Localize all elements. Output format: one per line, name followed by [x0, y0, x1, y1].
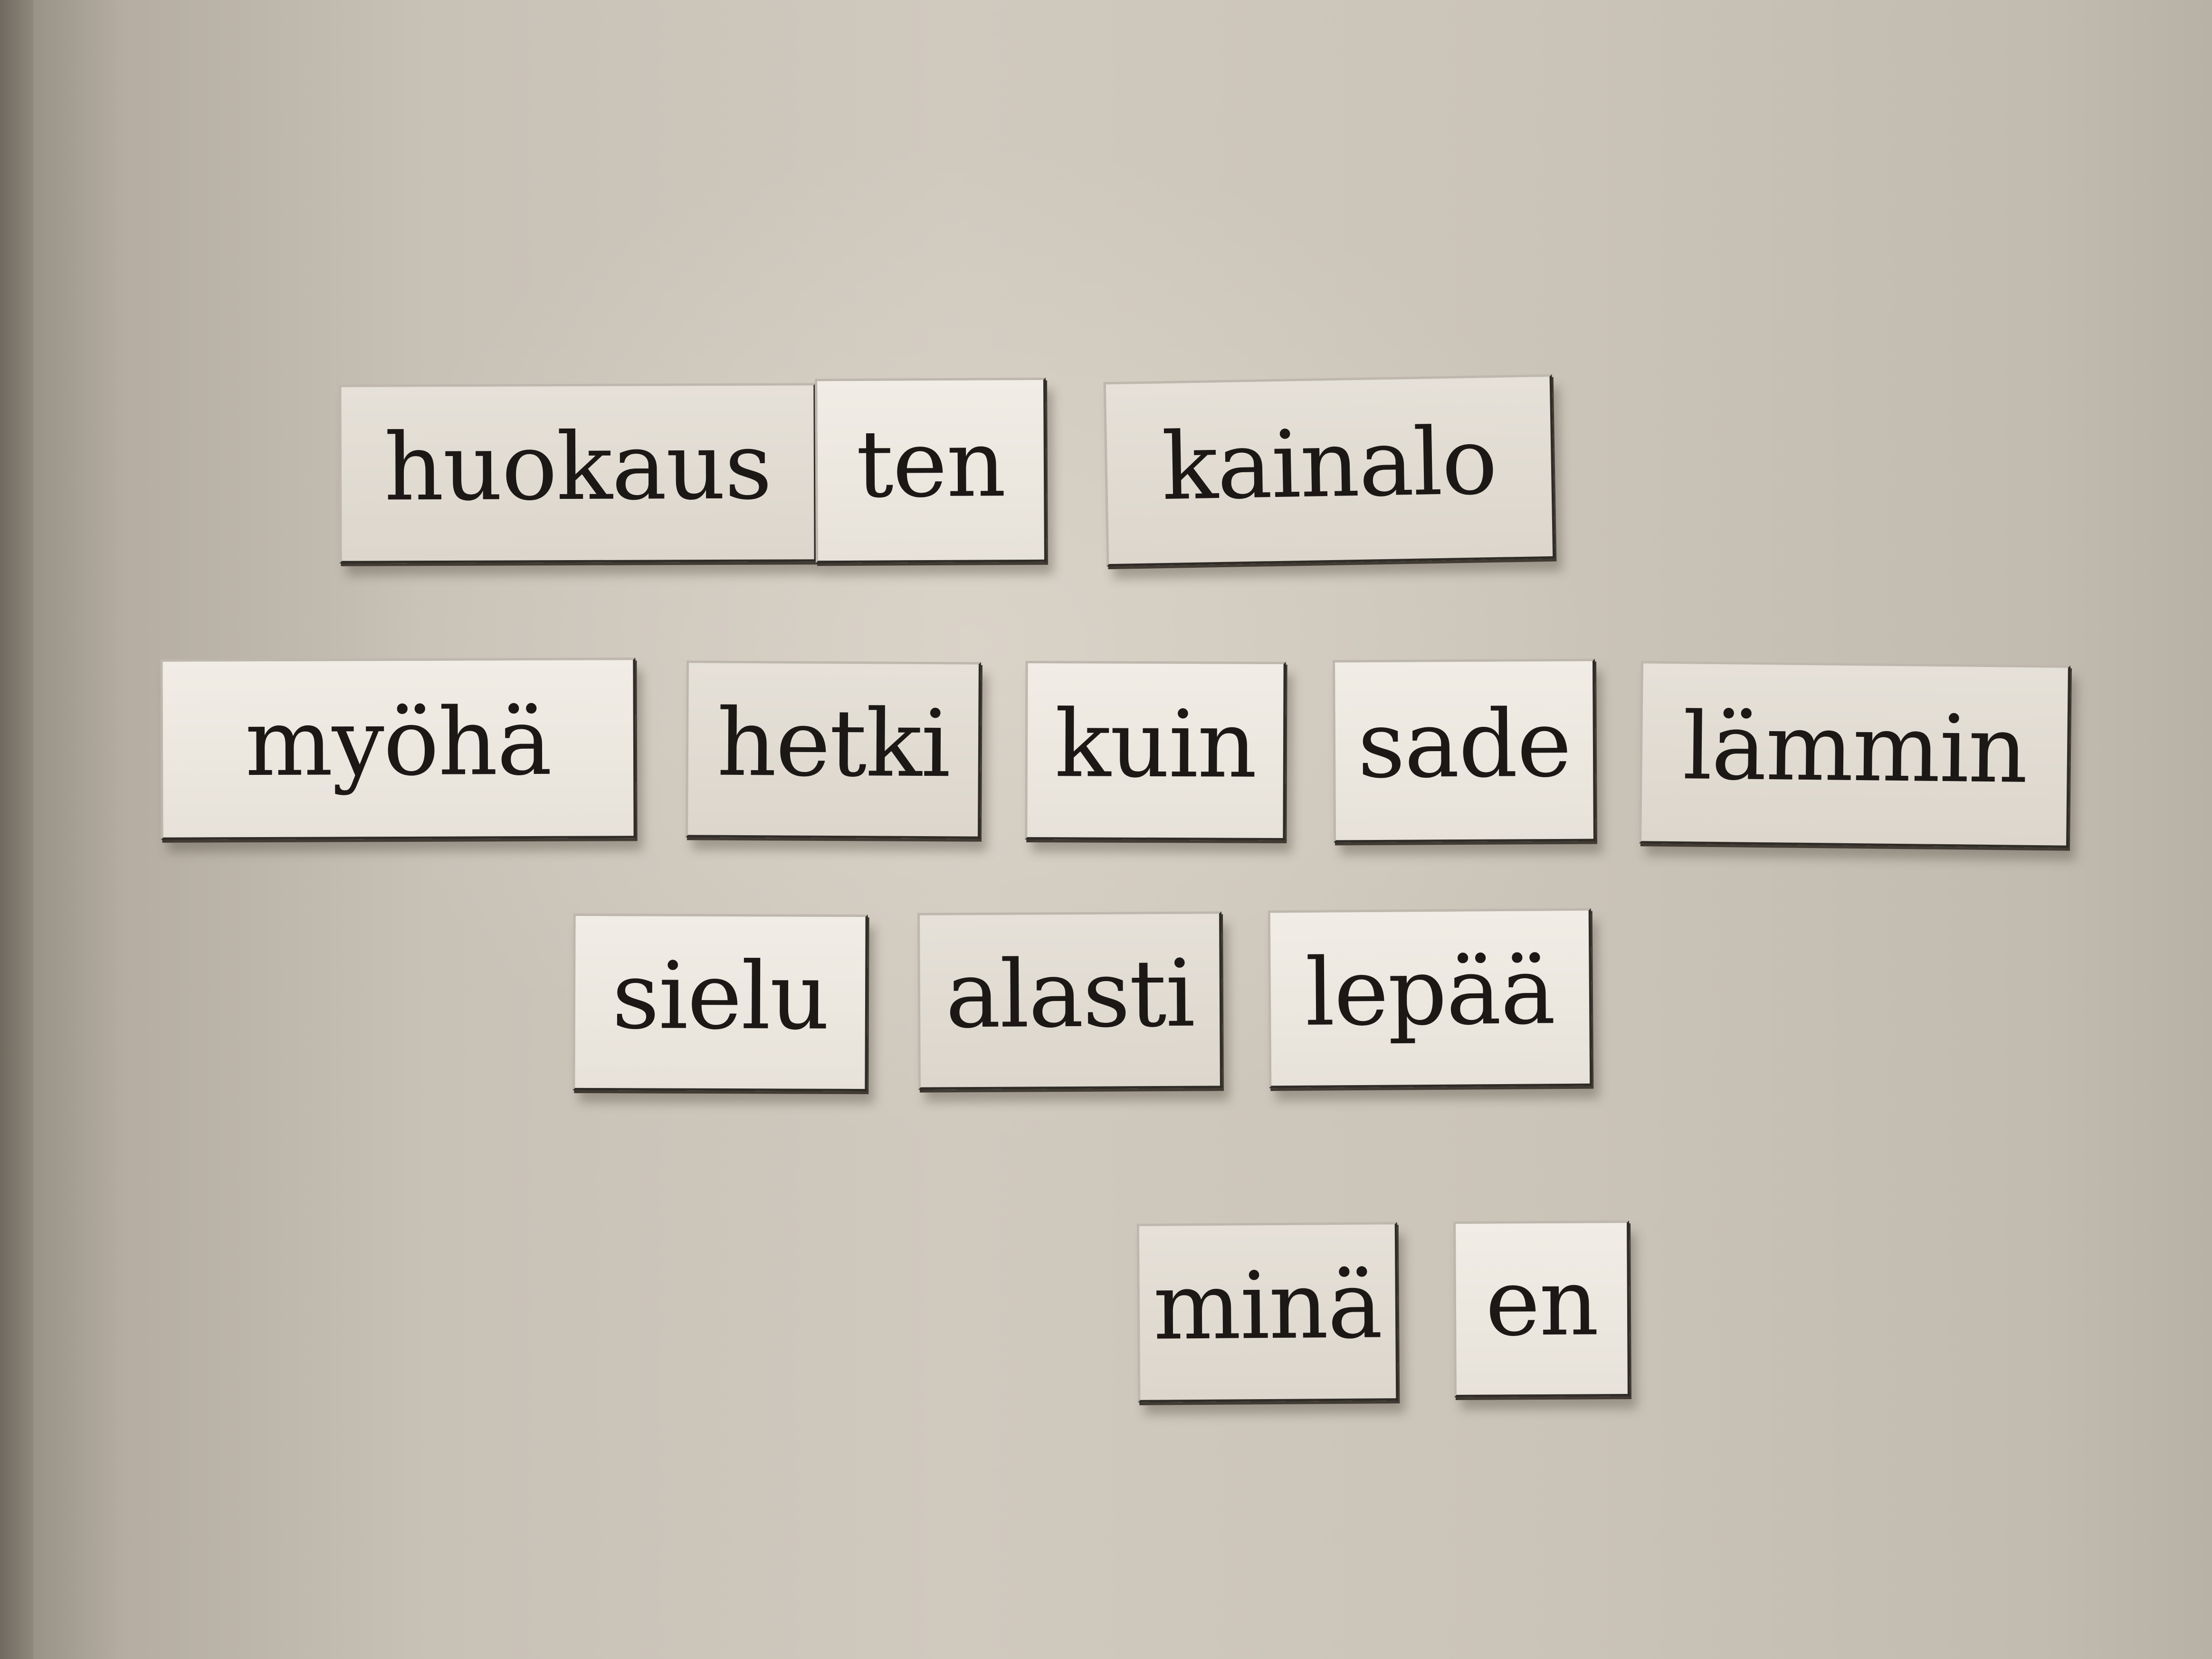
word-magnet-kuin[interactable]: kuin — [1025, 661, 1286, 840]
word-text: lämmin — [1682, 692, 2028, 804]
word-text: en — [1485, 1248, 1599, 1357]
word-magnet-huokaus[interactable]: huokaus — [339, 383, 817, 563]
word-text: minä — [1153, 1250, 1382, 1361]
word-magnet-myoha[interactable]: myöhä — [160, 658, 636, 840]
word-magnet-kainalo[interactable]: kainalo — [1103, 374, 1555, 567]
fridge-door-edge — [0, 0, 33, 1659]
word-magnet-lammin[interactable]: lämmin — [1639, 661, 2070, 848]
word-magnet-en[interactable]: en — [1453, 1220, 1630, 1397]
word-text: kuin — [1054, 689, 1257, 799]
word-text: huokaus — [384, 412, 772, 521]
word-text: myöhä — [245, 687, 552, 797]
word-magnet-sielu[interactable]: sielu — [572, 913, 868, 1092]
word-text: alasti — [945, 939, 1195, 1049]
word-text: sielu — [611, 941, 829, 1050]
word-text: kainalo — [1161, 407, 1497, 521]
word-text: hetki — [716, 688, 950, 798]
word-magnet-lepaa[interactable]: lepää — [1268, 908, 1592, 1088]
word-text: ten — [856, 409, 1006, 518]
word-text: sade — [1357, 689, 1571, 799]
word-text: lepää — [1305, 936, 1555, 1047]
word-magnet-alasti[interactable]: alasti — [917, 911, 1222, 1090]
word-magnet-ten[interactable]: ten — [814, 377, 1047, 563]
word-magnet-hetki[interactable]: hetki — [686, 660, 981, 839]
word-magnet-sade[interactable]: sade — [1332, 658, 1596, 843]
word-magnet-mina[interactable]: minä — [1136, 1222, 1399, 1402]
